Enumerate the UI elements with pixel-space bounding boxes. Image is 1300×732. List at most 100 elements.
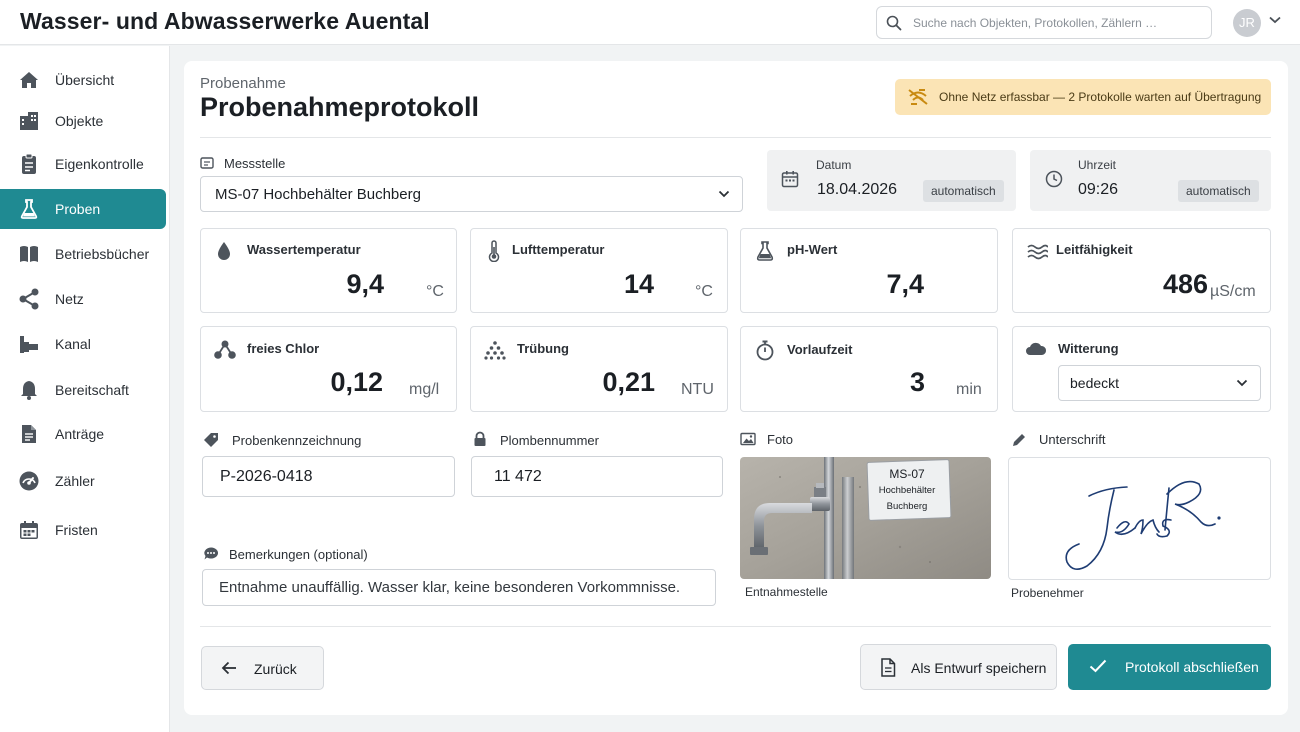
- measurement-label: Vorlaufzeit: [787, 342, 853, 357]
- sidebar-item-objekte[interactable]: Objekte: [0, 101, 166, 141]
- measurement-label: Lufttemperatur: [512, 242, 605, 257]
- sidebar-item-fristen[interactable]: Fristen: [0, 510, 166, 550]
- sidebar-item-kanal[interactable]: Kanal: [0, 324, 166, 364]
- sign-line-2: Hochbehälter: [879, 485, 936, 496]
- save-draft-button[interactable]: Als Entwurf speichern: [860, 644, 1057, 690]
- cloud-icon: [1025, 341, 1047, 357]
- pipe-icon: [18, 333, 40, 355]
- measurement-ph-wert[interactable]: pH-Wert 7,4: [740, 228, 998, 313]
- offline-notice: Ohne Netz erfassbar — 2 Protokolle warte…: [895, 79, 1271, 115]
- sidebar-item-uebersicht[interactable]: Übersicht: [0, 60, 166, 100]
- uhrzeit-value: 09:26: [1078, 181, 1119, 198]
- bemerkungen-input[interactable]: Entnahme unauffällig. Wasser klar, keine…: [202, 569, 716, 606]
- sign-line-3: Buchberg: [887, 501, 928, 512]
- measurement-value: 0,12: [330, 367, 383, 397]
- measurement-label: Wassertemperatur: [247, 242, 361, 257]
- witterung-select[interactable]: bedeckt: [1058, 365, 1261, 401]
- measurement-wassertemperatur[interactable]: Wassertemperatur 9,4 °C: [200, 228, 457, 313]
- signature-pad[interactable]: [1008, 457, 1271, 580]
- clock-icon: [1045, 170, 1063, 188]
- home-icon: [18, 69, 40, 91]
- molecule-icon: [213, 339, 237, 361]
- sidebar-item-label: Betriebsbücher: [55, 246, 150, 262]
- flask-icon: [756, 240, 774, 262]
- sidebar-item-netz[interactable]: Netz: [0, 279, 166, 319]
- breadcrumb[interactable]: Probenahme: [200, 75, 286, 92]
- unterschrift-label: Unterschrift: [1039, 432, 1106, 447]
- probenkennzeichnung-value: P-2026-0418: [220, 468, 313, 485]
- sidebar-item-label: Bereitschaft: [55, 382, 129, 398]
- divider: [200, 137, 1271, 138]
- measurement-truebung[interactable]: Trübung 0,21 NTU: [470, 326, 728, 412]
- measurement-unit: NTU: [681, 381, 714, 398]
- plombennummer-value: 11 472: [494, 468, 542, 485]
- sidebar-item-zaehler[interactable]: Zähler: [0, 461, 166, 501]
- measurement-value: 7,4: [886, 269, 924, 299]
- foto-caption: Entnahmestelle: [745, 585, 828, 599]
- save-draft-label: Als Entwurf speichern: [911, 660, 1047, 676]
- particles-icon: [484, 339, 506, 361]
- measurement-unit: min: [956, 381, 982, 398]
- gauge-icon: [18, 470, 40, 492]
- messstelle-select[interactable]: MS-07 Hochbehälter Buchberg: [200, 176, 743, 212]
- buildings-icon: [18, 110, 40, 132]
- plombennummer-label: Plombennummer: [500, 433, 599, 448]
- signature-drawing: [1065, 480, 1221, 570]
- sidebar-item-proben[interactable]: Proben: [0, 189, 166, 229]
- probenkennzeichnung-label: Probenkennzeichnung: [232, 433, 362, 448]
- measurement-value: 0,21: [602, 367, 655, 397]
- clipboard-icon: [18, 153, 40, 175]
- bemerkungen-value: Entnahme unauffällig. Wasser klar, keine…: [219, 579, 681, 596]
- calendar-icon: [18, 519, 40, 541]
- sidebar-item-antraege[interactable]: Anträge: [0, 414, 166, 454]
- probenkennzeichnung-input[interactable]: P-2026-0418: [202, 456, 455, 497]
- waves-icon: [1026, 240, 1048, 262]
- measurement-value: 3: [909, 367, 925, 397]
- sidebar-item-label: Fristen: [55, 522, 98, 538]
- checkmark-icon: [1089, 659, 1107, 673]
- uhrzeit-label: Uhrzeit: [1078, 158, 1117, 172]
- back-button[interactable]: Zurück: [201, 646, 324, 690]
- divider: [200, 626, 1271, 627]
- book-icon: [18, 243, 40, 265]
- sign-plate: MS-07 Hochbehälter Buchberg: [866, 459, 952, 521]
- network-icon: [18, 288, 40, 310]
- measurement-value: 14: [623, 269, 654, 299]
- user-avatar[interactable]: JR: [1233, 9, 1261, 37]
- sample-point-photo[interactable]: MS-07 Hochbehälter Buchberg: [740, 457, 991, 579]
- submit-protocol-button[interactable]: Protokoll abschließen: [1068, 644, 1271, 690]
- measurement-unit: mg/l: [409, 381, 440, 398]
- sidebar-item-eigenkontrolle[interactable]: Eigenkontrolle: [0, 144, 166, 184]
- measurement-lufttemperatur[interactable]: Lufttemperatur 14 °C: [470, 228, 728, 313]
- messstelle-label: Messstelle: [224, 156, 286, 171]
- auto-badge: automatisch: [923, 180, 1004, 202]
- search-input[interactable]: Suche nach Objekten, Protokollen, Zähler…: [876, 6, 1212, 39]
- thermometer-icon: [486, 240, 502, 262]
- measurement-vorlaufzeit[interactable]: Vorlaufzeit 3 min: [740, 326, 998, 412]
- plombennummer-input[interactable]: 11 472: [471, 456, 723, 497]
- search-icon: [886, 15, 902, 31]
- unterschrift-caption: Probenehmer: [1011, 586, 1084, 600]
- chevron-down-icon[interactable]: [1269, 16, 1281, 24]
- measurement-leitfaehigkeit[interactable]: Leitfähigkeit 486 µS/cm: [1012, 228, 1271, 313]
- chevron-down-icon: [718, 190, 730, 198]
- sidebar-item-label: Netz: [55, 291, 84, 307]
- page-title: Probenahmeprotokoll: [200, 92, 480, 122]
- app-title: Wasser- und Abwasserwerke Auental: [20, 8, 430, 34]
- submit-protocol-label: Protokoll abschließen: [1125, 659, 1259, 675]
- measurement-freies-chlor[interactable]: freies Chlor 0,12 mg/l: [200, 326, 457, 412]
- bemerkungen-label: Bemerkungen (optional): [229, 547, 368, 562]
- measurement-label: Trübung: [517, 341, 569, 356]
- flask-icon: [18, 198, 40, 220]
- datum-label: Datum: [816, 158, 852, 172]
- app-header: Wasser- und Abwasserwerke Auental Suche …: [0, 0, 1300, 45]
- sidebar-item-label: Übersicht: [55, 72, 115, 88]
- sidebar-item-betriebsbuecher[interactable]: Betriebsbücher: [0, 234, 166, 274]
- sidebar-item-label: Anträge: [55, 426, 105, 442]
- sidebar-item-bereitschaft[interactable]: Bereitschaft: [0, 370, 166, 410]
- bell-icon: [18, 379, 40, 401]
- water-drop-icon: [216, 240, 232, 262]
- measurement-unit: µS/cm: [1210, 283, 1256, 300]
- offline-notice-text: Ohne Netz erfassbar — 2 Protokolle warte…: [939, 90, 1262, 104]
- calendar-icon: [781, 170, 799, 188]
